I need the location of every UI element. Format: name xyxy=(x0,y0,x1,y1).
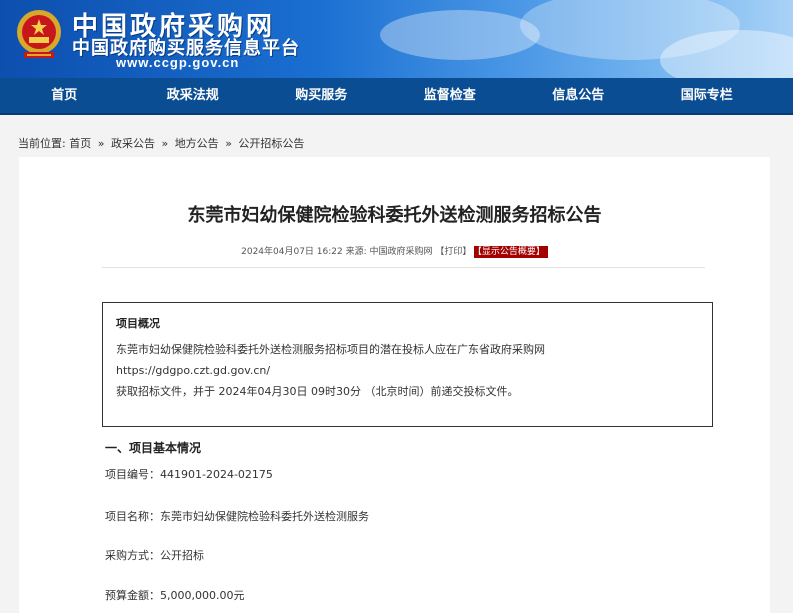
procurement-method: 采购方式：公开招标 xyxy=(105,549,204,562)
project-number: 项目编号：441901-2024-02175 xyxy=(105,468,273,481)
nav-item-supervision[interactable]: 监督检查 xyxy=(386,78,515,113)
banner-cloud-decoration xyxy=(380,10,540,60)
nav-item-home[interactable]: 首页 xyxy=(0,78,129,113)
page-title: 东莞市妇幼保健院检验科委托外送检测服务招标公告 xyxy=(187,205,602,226)
overview-line: 获取招标文件，并于 2024年04月30日 09时30分 （北京时间）前递交投标… xyxy=(116,385,519,398)
nav-item-international[interactable]: 国际专栏 xyxy=(643,78,772,113)
article-meta: 2024年04月07日 16:22 来源: 中国政府采购网 【打印】 【显示公告概… xyxy=(19,244,770,258)
article-meta-text: 2024年04月07日 16:22 来源: 中国政府采购网 【打印】 xyxy=(241,247,472,257)
breadcrumb-gov-procurement[interactable]: 政采公告 xyxy=(111,137,155,150)
article-card: 东莞市妇幼保健院检验科委托外送检测服务招标公告 2024年04月07日 16:2… xyxy=(19,157,770,613)
title-divider xyxy=(102,267,705,268)
breadcrumb-separator: » xyxy=(161,137,169,150)
project-overview-box: 项目概况 东莞市妇幼保健院检验科委托外送检测服务招标项目的潜在投标人应在广东省政… xyxy=(102,302,713,427)
breadcrumb-separator: » xyxy=(225,137,232,150)
site-url: www.ccgp.gov.cn xyxy=(116,55,240,70)
show-summary-button[interactable]: 【显示公告概要】 xyxy=(474,246,548,258)
nav-item-regulations[interactable]: 政采法规 xyxy=(129,78,258,113)
nav-item-announcements[interactable]: 信息公告 xyxy=(514,78,643,113)
breadcrumb: 当前位置: 首页 » 政采公告 » 地方公告 » 公开招标公告 xyxy=(18,135,304,151)
national-emblem-icon xyxy=(17,10,61,58)
overview-line: 东莞市妇幼保健院检验科委托外送检测服务招标项目的潜在投标人应在广东省政府采购网 xyxy=(116,343,545,356)
nav-item-services[interactable]: 购买服务 xyxy=(257,78,386,113)
breadcrumb-prefix: 当前位置: xyxy=(18,137,66,150)
site-header-banner: 中国政府采购网 中国政府购买服务信息平台 www.ccgp.gov.cn xyxy=(0,0,793,78)
breadcrumb-home[interactable]: 首页 xyxy=(69,137,91,150)
main-nav: 首页 政采法规 购买服务 监督检查 信息公告 国际专栏 xyxy=(0,78,793,115)
breadcrumb-public-tender[interactable]: 公开招标公告 xyxy=(238,137,304,150)
section-heading: 一、项目基本情况 xyxy=(105,441,202,455)
breadcrumb-separator: » xyxy=(97,137,105,150)
project-name: 项目名称：东莞市妇幼保健院检验科委托外送检测服务 xyxy=(105,510,369,523)
overview-link[interactable]: https://gdgpo.czt.gd.gov.cn/ xyxy=(116,360,699,381)
budget-amount: 预算金额：5,000,000.00元 xyxy=(105,589,245,602)
breadcrumb-local-notices[interactable]: 地方公告 xyxy=(175,137,219,150)
overview-title: 项目概况 xyxy=(116,317,160,330)
